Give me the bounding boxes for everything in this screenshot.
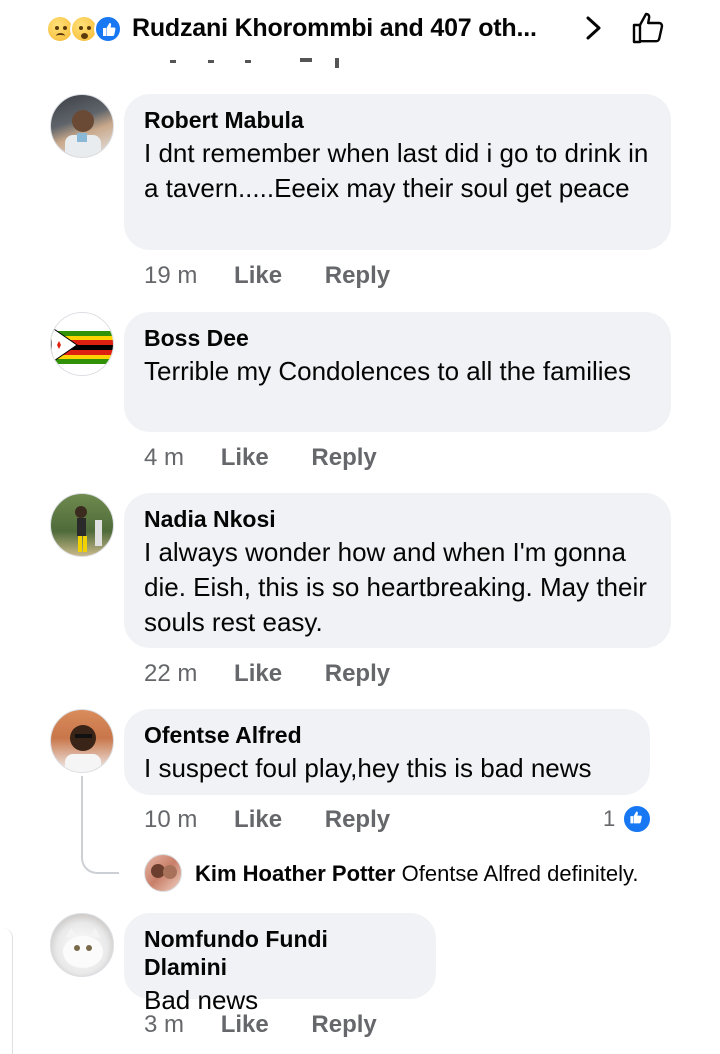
like-button[interactable]: Like — [221, 1011, 269, 1039]
reply-preview-line: Kim Hoather Potter Ofentse Alfred defini… — [195, 861, 638, 887]
comment-actions: 22 m Like Reply — [144, 660, 390, 688]
comment-text: I always wonder how and when I'm gonna d… — [144, 537, 647, 637]
comment-bubble[interactable]: Boss Dee Terrible my Condolences to all … — [124, 312, 671, 432]
like-icon — [94, 15, 122, 43]
avatar[interactable] — [50, 913, 114, 977]
comment-actions: 3 m Like Reply — [144, 1011, 377, 1039]
avatar[interactable] — [50, 312, 114, 376]
comment-time: 4 m — [144, 444, 185, 471]
like-button[interactable]: Like — [221, 444, 269, 472]
comment-text: I dnt remember when last did i go to dri… — [144, 138, 649, 203]
comment-author[interactable]: Nomfundo Fundi Dlamini — [144, 925, 416, 981]
comment-author[interactable]: Robert Mabula — [144, 106, 651, 134]
thumbs-up-outline-icon[interactable] — [630, 10, 666, 46]
chevron-right-icon[interactable] — [582, 12, 606, 44]
comment-actions: 4 m Like Reply — [144, 444, 377, 472]
comment-time: 10 m — [144, 806, 198, 833]
comment-bubble[interactable]: Nadia Nkosi I always wonder how and when… — [124, 493, 671, 648]
reply-text: Ofentse Alfred definitely. — [401, 861, 639, 886]
reply-button[interactable]: Reply — [325, 806, 390, 834]
comment-text: I suspect foul play,hey this is bad news — [144, 753, 592, 783]
comment-text: Terrible my Condolences to all the famil… — [144, 356, 631, 386]
comment-bubble[interactable]: Ofentse Alfred I suspect foul play,hey t… — [124, 709, 650, 795]
reply-button[interactable]: Reply — [311, 444, 376, 472]
like-button[interactable]: Like — [234, 806, 282, 834]
comment-time: 22 m — [144, 660, 198, 687]
comment-actions: 19 m Like Reply — [144, 262, 390, 290]
reaction-count[interactable]: 1 — [603, 806, 615, 832]
comment-bubble[interactable]: Nomfundo Fundi Dlamini Bad news — [124, 913, 436, 1015]
avatar[interactable] — [50, 709, 114, 773]
reply-author[interactable]: Kim Hoather Potter — [195, 861, 395, 886]
cut-off-text — [150, 56, 350, 70]
reply-button[interactable]: Reply — [325, 660, 390, 688]
comments-header: Rudzani Khorommbi and 407 oth... — [0, 0, 720, 58]
comment-time: 19 m — [144, 262, 198, 289]
like-button[interactable]: Like — [234, 262, 282, 290]
overlay-edge — [0, 928, 13, 1054]
like-icon — [622, 804, 652, 834]
reactors-title[interactable]: Rudzani Khorommbi and 407 oth... — [132, 14, 537, 43]
reply-button[interactable]: Reply — [311, 1011, 376, 1039]
thread-line — [81, 776, 119, 874]
comment-author[interactable]: Nadia Nkosi — [144, 505, 651, 533]
avatar[interactable] — [50, 493, 114, 557]
reply-button[interactable]: Reply — [325, 262, 390, 290]
comment-actions: 10 m Like Reply — [144, 806, 390, 834]
comment-author[interactable]: Boss Dee — [144, 324, 651, 352]
comment-bubble[interactable]: Robert Mabula I dnt remember when last d… — [124, 94, 671, 250]
comment-author[interactable]: Ofentse Alfred — [144, 721, 630, 749]
reaction-summary[interactable] — [46, 14, 128, 44]
avatar[interactable] — [50, 94, 114, 158]
like-button[interactable]: Like — [234, 660, 282, 688]
avatar[interactable] — [144, 854, 182, 892]
comment-time: 3 m — [144, 1011, 185, 1038]
